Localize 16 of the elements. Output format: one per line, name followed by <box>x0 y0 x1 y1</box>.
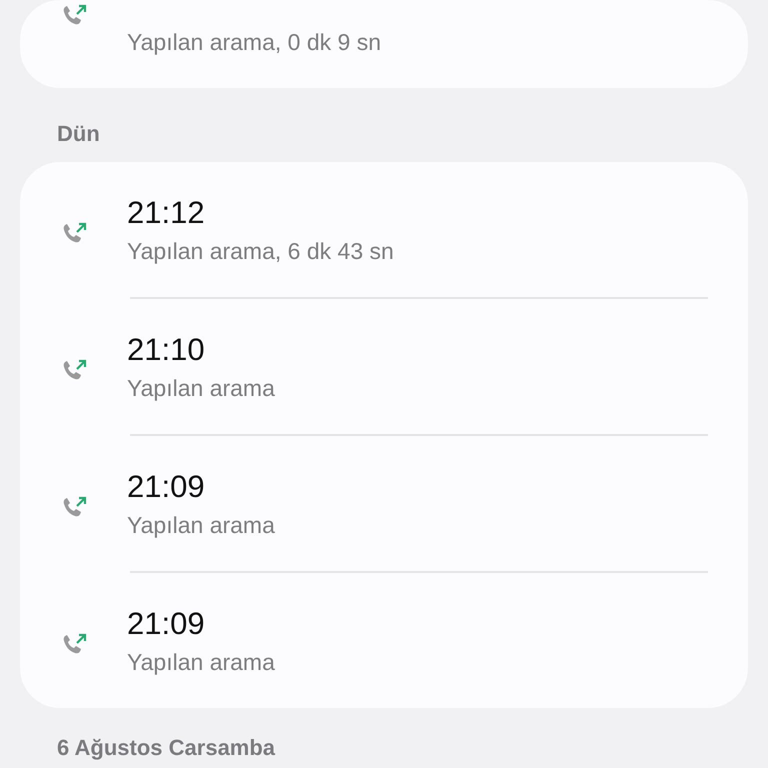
call-time: 21:09 <box>127 606 206 642</box>
call-detail: Yapılan arama <box>127 511 275 540</box>
call-log-item[interactable]: 21:12 Yapılan arama, 6 dk 43 sn <box>20 162 748 297</box>
section-header: 6 Ağustos Carsamba <box>56 734 276 761</box>
call-detail: Yapılan arama <box>127 374 275 403</box>
call-detail: Yapılan arama, 6 dk 43 sn <box>127 237 394 266</box>
section-header: Dün <box>56 120 101 148</box>
call-log-item[interactable]: 21:09 Yapılan arama <box>20 436 748 571</box>
call-log-item[interactable]: 21:09 Yapılan arama <box>20 573 748 708</box>
call-time: 21:12 <box>127 195 206 231</box>
call-detail: Yapılan arama <box>127 648 275 677</box>
call-log-item[interactable]: Yapılan arama, 0 dk 9 sn <box>20 0 748 88</box>
call-time: 21:10 <box>127 332 206 368</box>
call-time: 21:09 <box>127 469 206 505</box>
call-log-item[interactable]: 21:10 Yapılan arama <box>20 299 748 434</box>
call-detail: Yapılan arama, 0 dk 9 sn <box>127 28 381 57</box>
